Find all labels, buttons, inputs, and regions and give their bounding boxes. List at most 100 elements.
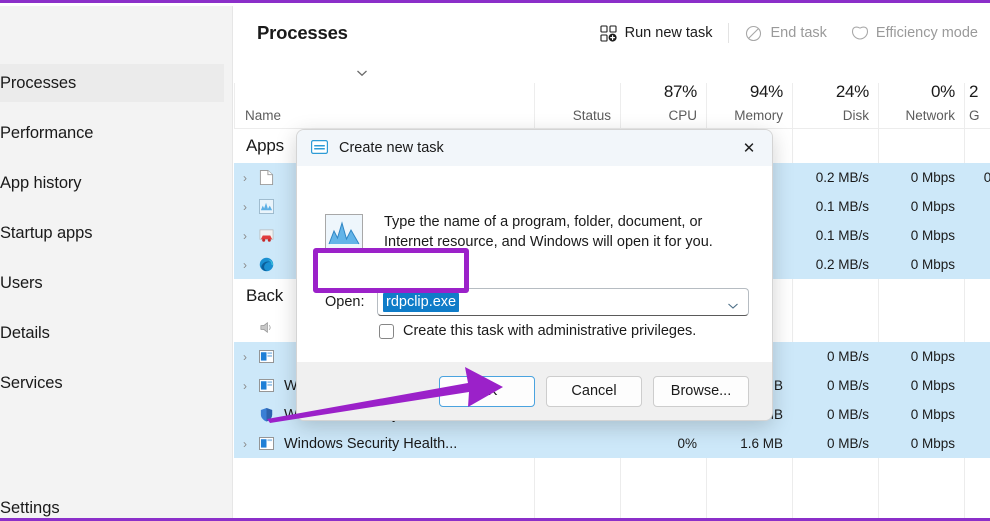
- group-expand-row: [234, 59, 990, 86]
- page-title: Processes: [257, 21, 348, 43]
- sidebar-item-label: Performance: [0, 123, 94, 142]
- admin-privileges-label: Create this task with administrative pri…: [403, 323, 697, 339]
- efficiency-mode-icon: [851, 25, 868, 42]
- process-name: Windows Security Health...: [284, 435, 458, 452]
- task-manager-window: Processes Performance App history Startu…: [0, 0, 990, 521]
- window-icon: [256, 348, 276, 366]
- sidebar-item-label: Settings: [0, 498, 60, 517]
- sidebar-item-startup-apps[interactable]: Startup apps: [0, 214, 224, 252]
- cell-disk: 0 MB/s: [826, 378, 869, 393]
- chevron-right-icon[interactable]: ›: [234, 229, 256, 243]
- column-header-memory[interactable]: 94% Memory: [706, 82, 792, 128]
- dialog-description: Type the name of a program, folder, docu…: [384, 214, 713, 250]
- cell-disk: 0 MB/s: [826, 436, 869, 451]
- chevron-right-icon[interactable]: ›: [234, 350, 256, 364]
- speaker-icon: [256, 319, 276, 337]
- chevron-right-icon[interactable]: ›: [234, 437, 256, 451]
- end-task-icon: [745, 25, 762, 42]
- dialog-body: Type the name of a program, folder, docu…: [297, 166, 772, 362]
- sidebar-item-label: Details: [0, 323, 50, 342]
- edge-icon: [256, 256, 276, 274]
- run-new-task-button[interactable]: Run new task: [588, 17, 725, 49]
- column-header-disk[interactable]: 24% Disk: [792, 82, 878, 128]
- create-new-task-dialog: Create new task ✕ Type the name of a pro…: [296, 129, 773, 421]
- chevron-right-icon[interactable]: ›: [234, 379, 256, 393]
- cell-network: 0 Mbps: [910, 407, 955, 422]
- sidebar-item-users[interactable]: Users: [0, 264, 224, 302]
- cell-disk: 0 MB/s: [826, 349, 869, 364]
- table-row[interactable]: › Windows Security Health... 0% 1.6 MB 0…: [234, 429, 990, 458]
- ok-button[interactable]: OK: [439, 375, 535, 407]
- cell-disk: 0.2 MB/s: [815, 170, 869, 185]
- cell-network: 0 Mbps: [910, 170, 955, 185]
- open-combobox[interactable]: rdpclip.exe: [377, 288, 749, 316]
- sidebar-item-label: Services: [0, 373, 63, 392]
- column-label: Network: [905, 108, 955, 123]
- group-header-label: Apps: [246, 136, 284, 155]
- sidebar-item-label: Startup apps: [0, 223, 93, 242]
- column-label: Name: [245, 108, 282, 123]
- sidebar-item-settings[interactable]: Settings: [0, 491, 224, 518]
- sidebar-item-label: Processes: [0, 73, 77, 92]
- group-header-label: Back: [246, 286, 283, 305]
- cell-disk: 0.2 MB/s: [815, 257, 869, 272]
- column-header-gpu[interactable]: 2 G: [964, 82, 990, 128]
- cell-network: 0 Mbps: [910, 378, 955, 393]
- column-label: Status: [572, 108, 611, 123]
- end-task-label: End task: [770, 25, 827, 41]
- dialog-footer: OK Cancel Browse...: [297, 362, 772, 420]
- document-icon: [256, 169, 276, 187]
- toolbar-divider: [728, 23, 730, 43]
- efficiency-mode-label: Efficiency mode: [875, 25, 978, 41]
- admin-privileges-row[interactable]: Create this task with administrative pri…: [379, 323, 696, 339]
- column-header-network[interactable]: 0% Network: [878, 82, 964, 128]
- cell-disk: 0.1 MB/s: [815, 228, 869, 243]
- admin-privileges-checkbox[interactable]: [379, 323, 394, 339]
- column-value: 0%: [931, 82, 955, 101]
- column-value: 94%: [749, 82, 783, 101]
- run-new-task-label: Run new task: [624, 25, 713, 41]
- sidebar-item-processes[interactable]: Processes: [0, 64, 224, 102]
- sidebar-item-label: App history: [0, 173, 82, 192]
- cell-memory: 1.6 MB: [740, 436, 783, 451]
- column-value: 24%: [835, 82, 869, 101]
- sidebar-item-details[interactable]: Details: [0, 314, 224, 352]
- table-header: Name Status 87% CPU 94% Memory 24% Disk …: [234, 59, 990, 129]
- chevron-right-icon[interactable]: ›: [234, 200, 256, 214]
- chevron-down-icon[interactable]: [727, 298, 739, 309]
- chevron-right-icon[interactable]: ›: [234, 171, 256, 185]
- open-field-row: Open: rdpclip.exe: [325, 288, 749, 316]
- open-label: Open:: [325, 294, 365, 310]
- column-header-name[interactable]: Name: [234, 83, 534, 128]
- cell-network: 0 Mbps: [910, 257, 955, 272]
- cell-network: 0 Mbps: [910, 349, 955, 364]
- sidebar-item-app-history[interactable]: App history: [0, 164, 224, 202]
- cell-cpu: 0%: [677, 436, 697, 451]
- browse-button[interactable]: Browse...: [653, 375, 749, 407]
- shield-icon: [256, 406, 276, 424]
- end-task-button[interactable]: End task: [733, 17, 838, 49]
- cell-network: 0 Mbps: [910, 228, 955, 243]
- chevron-down-icon[interactable]: [354, 65, 370, 81]
- cell-network: 0 Mbps: [910, 436, 955, 451]
- open-input-value[interactable]: rdpclip.exe: [383, 292, 460, 312]
- column-value: 87%: [663, 82, 697, 101]
- column-label: Memory: [734, 108, 783, 123]
- dialog-description-block: Type the name of a program, folder, docu…: [325, 212, 736, 252]
- column-header-status[interactable]: Status: [534, 83, 620, 128]
- sidebar-item-services[interactable]: Services: [0, 364, 224, 402]
- efficiency-mode-button[interactable]: Efficiency mode: [839, 17, 990, 49]
- column-header-cpu[interactable]: 87% CPU: [620, 82, 706, 128]
- window-icon: [256, 435, 276, 453]
- sidebar-item-performance[interactable]: Performance: [0, 114, 224, 152]
- snipping-tool-icon: [256, 227, 276, 245]
- dialog-titlebar: Create new task ✕: [297, 130, 772, 166]
- column-label: Disk: [842, 108, 869, 123]
- toolbar: Run new task End task Efficiency mode: [588, 17, 990, 49]
- cancel-button[interactable]: Cancel: [546, 375, 642, 407]
- task-window-icon: [311, 139, 329, 157]
- chevron-right-icon[interactable]: ›: [234, 258, 256, 272]
- cell-disk: 0.1 MB/s: [815, 199, 869, 214]
- close-icon[interactable]: ✕: [726, 130, 772, 166]
- task-manager-icon: [256, 198, 276, 216]
